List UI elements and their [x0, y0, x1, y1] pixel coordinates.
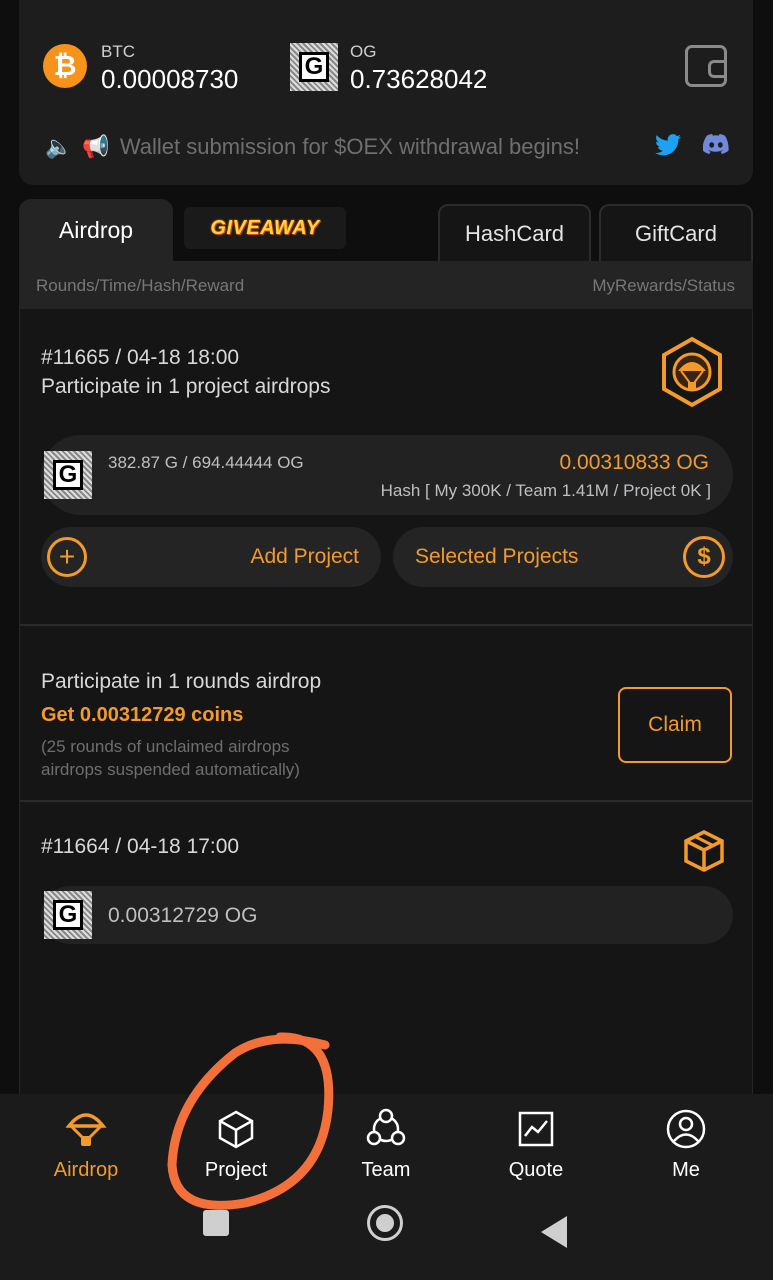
- chart-icon: [518, 1111, 554, 1147]
- nav-team[interactable]: Team: [336, 1108, 436, 1182]
- annotation-circle: [167, 1032, 334, 1210]
- round-title: #11664 / 04-18 17:00: [41, 835, 240, 858]
- back-button[interactable]: [541, 1216, 567, 1248]
- speaker-icon: 🔈: [45, 134, 73, 159]
- parachute-icon: [65, 1113, 107, 1146]
- og-ticker: OG: [350, 42, 377, 61]
- wallet-icon[interactable]: [685, 45, 727, 87]
- btc-balance: BTC 0.00008730: [101, 42, 238, 95]
- giveaway-label: GIVEAWAY: [210, 216, 320, 239]
- plus-icon: +: [47, 537, 87, 577]
- nav-quote[interactable]: Quote: [486, 1108, 586, 1182]
- claim-note-2: airdrops suspended automatically): [41, 760, 300, 779]
- dollar-icon: $: [683, 536, 725, 578]
- box-icon: [682, 829, 726, 878]
- og-amount: 0.73628042: [350, 64, 488, 94]
- divider: [20, 624, 752, 626]
- round-pool-row: G 382.87 G / 694.44444 OG 0.00310833 OG …: [41, 435, 733, 515]
- divider: [20, 800, 752, 802]
- bottom-nav: Airdrop Project Team Quote Me: [0, 1094, 773, 1280]
- announcement-text: Wallet submission for $OEX withdrawal be…: [119, 134, 580, 159]
- nav-me-label: Me: [672, 1159, 700, 1181]
- tab-hashcard[interactable]: HashCard: [438, 204, 591, 261]
- nav-team-label: Team: [361, 1159, 411, 1181]
- announcement-bar[interactable]: 🔈 📢 Wallet submission for $OEX withdrawa…: [45, 134, 580, 160]
- bitcoin-icon: ₿: [43, 44, 87, 88]
- nav-airdrop[interactable]: Airdrop: [36, 1108, 136, 1182]
- header-left: Rounds/Time/Hash/Reward: [36, 276, 245, 295]
- nav-me[interactable]: Me: [636, 1108, 736, 1182]
- og-coin-icon: G: [44, 891, 92, 939]
- claim-amount: Get 0.00312729 coins: [41, 704, 244, 726]
- tab-bar: Airdrop GIVEAWAY HashCard GiftCard: [19, 199, 753, 261]
- og-coin-icon: G: [290, 43, 338, 91]
- balance-card: ₿ BTC 0.00008730 G OG 0.73628042 🔈 📢 Wal…: [19, 0, 753, 185]
- round-subtitle: Participate in 1 project airdrops: [41, 375, 331, 398]
- header-right: MyRewards/Status: [592, 276, 735, 295]
- megaphone-icon: 📢: [82, 134, 110, 159]
- btc-amount: 0.00008730: [101, 64, 239, 94]
- claim-button[interactable]: Claim: [618, 687, 732, 763]
- tab-giveaway[interactable]: GIVEAWAY: [184, 207, 346, 249]
- round-reward-row: G 0.00312729 OG: [41, 886, 733, 944]
- parachute-badge-icon: [654, 335, 730, 416]
- tab-airdrop[interactable]: Airdrop: [19, 199, 173, 261]
- pool-amount: 382.87 G / 694.44444 OG: [108, 453, 304, 472]
- round-reward: 0.00312729 OG: [108, 904, 258, 927]
- my-reward: 0.00310833 OG: [559, 451, 709, 474]
- nav-airdrop-label: Airdrop: [53, 1159, 119, 1181]
- add-project-button[interactable]: + Add Project: [41, 527, 381, 587]
- selected-projects-label: Selected Projects: [415, 545, 579, 568]
- nav-quote-label: Quote: [508, 1159, 564, 1181]
- home-dot: [376, 1214, 394, 1232]
- claim-info: Participate in 1 rounds airdrop: [41, 670, 322, 693]
- discord-icon[interactable]: [702, 134, 729, 160]
- og-coin-icon: G: [44, 451, 92, 499]
- og-balance: OG 0.73628042: [350, 42, 487, 95]
- twitter-icon[interactable]: [655, 134, 681, 162]
- airdrop-panel: #11665 / 04-18 18:00 Participate in 1 pr…: [19, 309, 753, 1094]
- btc-ticker: BTC: [101, 42, 135, 61]
- team-icon: [366, 1108, 406, 1146]
- add-project-label: Add Project: [250, 545, 359, 568]
- selected-projects-button[interactable]: Selected Projects $: [393, 527, 733, 587]
- table-header: Rounds/Time/Hash/Reward MyRewards/Status: [19, 261, 753, 309]
- claim-note-1: (25 rounds of unclaimed airdrops: [41, 737, 290, 756]
- hash-stats: Hash [ My 300K / Team 1.41M / Project 0K…: [380, 481, 711, 500]
- home-button[interactable]: [367, 1205, 403, 1241]
- user-icon: [666, 1109, 706, 1149]
- round-title: #11665 / 04-18 18:00: [41, 346, 240, 369]
- tab-giftcard[interactable]: GiftCard: [599, 204, 753, 261]
